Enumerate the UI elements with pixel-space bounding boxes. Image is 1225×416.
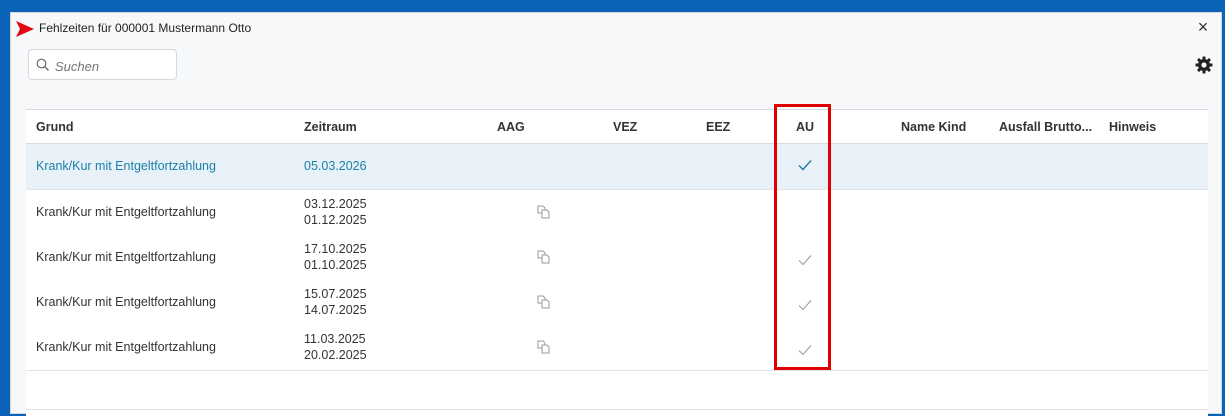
column-header-zeitraum[interactable]: Zeitraum	[304, 120, 357, 134]
cell-zeitraum-bis: 15.07.2025	[304, 287, 367, 301]
checkmark-icon	[798, 300, 812, 311]
table-header: Grund Zeitraum AAG VEZ EEZ AU Name Kind …	[26, 110, 1208, 144]
close-button[interactable]: ×	[1193, 17, 1213, 37]
app-logo-icon	[16, 21, 34, 37]
document-copy-icon[interactable]	[536, 295, 552, 309]
search-icon	[36, 58, 49, 71]
cell-zeitraum-von: 14.07.2025	[304, 303, 367, 317]
column-header-aag[interactable]: AAG	[497, 120, 525, 134]
cell-zeitraum-bis: 17.10.2025	[304, 242, 367, 256]
table-row[interactable]: Krank/Kur mit Entgeltfortzahlung 17.10.2…	[26, 235, 1208, 281]
cell-zeitraum-bis: 03.12.2025	[304, 197, 367, 211]
fehlzeiten-dialog: Fehlzeiten für 000001 Mustermann Otto × …	[10, 12, 1222, 416]
column-header-vez[interactable]: VEZ	[613, 120, 637, 134]
table-row[interactable]: Krank/Kur mit Entgeltfortzahlung 15.07.2…	[26, 280, 1208, 326]
checkmark-icon	[798, 160, 812, 171]
cell-zeitraum-von: 01.10.2025	[304, 258, 367, 272]
table-bottom-divider	[26, 409, 1208, 410]
search-box[interactable]	[28, 49, 177, 80]
cell-zeitraum-von: 01.12.2025	[304, 213, 367, 227]
cell-zeitraum-bis: 11.03.2025	[304, 332, 366, 346]
table-row[interactable]: Krank/Kur mit Entgeltfortzahlung 03.12.2…	[26, 190, 1208, 236]
column-header-grund[interactable]: Grund	[36, 120, 74, 134]
column-header-hinweis[interactable]: Hinweis	[1109, 120, 1156, 134]
column-header-ausfall-brutto[interactable]: Ausfall Brutto...	[999, 120, 1092, 134]
cell-grund: Krank/Kur mit Entgeltfortzahlung	[36, 250, 216, 264]
gear-icon[interactable]	[1195, 56, 1213, 74]
checkmark-icon	[798, 255, 812, 266]
cell-grund: Krank/Kur mit Entgeltfortzahlung	[36, 295, 216, 309]
document-copy-icon[interactable]	[536, 205, 552, 219]
document-copy-icon[interactable]	[536, 340, 552, 354]
absence-table: Grund Zeitraum AAG VEZ EEZ AU Name Kind …	[26, 109, 1208, 416]
table-row[interactable]: Krank/Kur mit Entgeltfortzahlung 11.03.2…	[26, 325, 1208, 371]
window-title: Fehlzeiten für 000001 Mustermann Otto	[39, 21, 252, 35]
cell-grund: Krank/Kur mit Entgeltfortzahlung	[36, 159, 216, 173]
document-copy-icon[interactable]	[536, 250, 552, 264]
column-header-name-kind[interactable]: Name Kind	[901, 120, 966, 134]
table-row[interactable]: Krank/Kur mit Entgeltfortzahlung 05.03.2…	[26, 144, 1208, 190]
search-input[interactable]	[53, 55, 173, 77]
cell-zeitraum-von: 20.02.2025	[304, 348, 367, 362]
cell-grund: Krank/Kur mit Entgeltfortzahlung	[36, 340, 216, 354]
column-header-au[interactable]: AU	[796, 120, 814, 134]
checkmark-icon	[798, 345, 812, 356]
cell-grund: Krank/Kur mit Entgeltfortzahlung	[36, 205, 216, 219]
cell-zeitraum-bis: 05.03.2026	[304, 159, 367, 173]
title-bar: Fehlzeiten für 000001 Mustermann Otto ×	[11, 13, 1221, 43]
column-header-eez[interactable]: EEZ	[706, 120, 730, 134]
